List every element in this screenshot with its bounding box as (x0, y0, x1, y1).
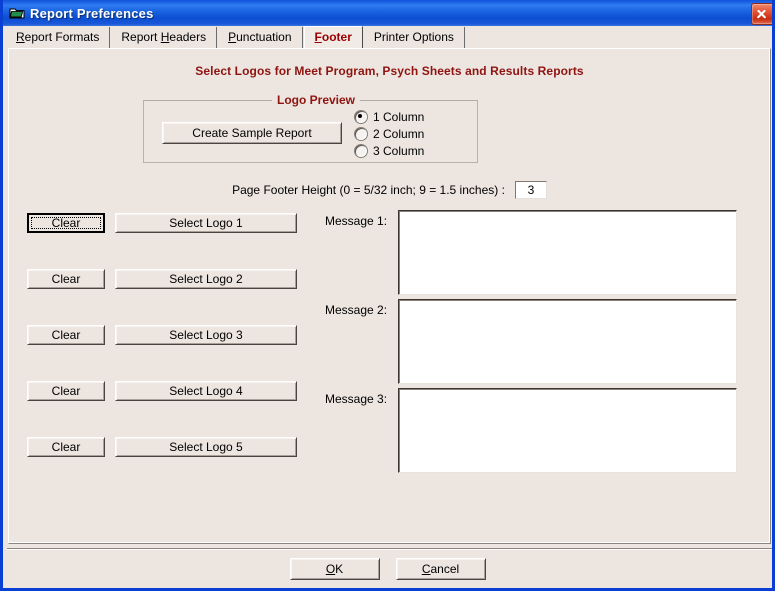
page-footer-height-label: Page Footer Height (0 = 5/32 inch; 9 = 1… (232, 183, 505, 197)
clear-logo-1-button[interactable]: Clear (27, 213, 105, 233)
logo-preview-legend: Logo Preview (272, 93, 361, 107)
tab-bar: Report Formats Report Headers Punctuatio… (6, 26, 772, 48)
message-3-label: Message 3: (325, 392, 388, 406)
tab-page-footer: Select Logos for Meet Program, Psych She… (8, 48, 771, 544)
bottom-separator (7, 548, 772, 550)
ok-button[interactable]: OK (289, 557, 380, 580)
radio-dot-icon (354, 127, 368, 141)
radio-1-column-label: 1 Column (373, 110, 425, 124)
window-title: Report Preferences (30, 5, 154, 21)
focus-ring (31, 217, 101, 229)
radio-3-column-label: 3 Column (373, 144, 425, 158)
clear-logo-4-button[interactable]: Clear (27, 381, 105, 401)
folder-report-icon (9, 5, 25, 21)
message-1-input[interactable] (398, 210, 737, 295)
select-logo-2-button[interactable]: Select Logo 2 (115, 269, 297, 289)
select-logo-1-button[interactable]: Select Logo 1 (115, 213, 297, 233)
tab-report-headers[interactable]: Report Headers (111, 27, 218, 48)
logo-preview-group: Logo Preview Create Sample Report 1 Colu… (143, 93, 478, 163)
radio-3-column[interactable]: 3 Column (354, 143, 464, 159)
tab-report-formats[interactable]: Report Formats (6, 27, 111, 48)
dialog-button-bar: OK Cancel (3, 552, 772, 585)
tab-printer-options[interactable]: Printer Options (363, 27, 465, 48)
page-footer-height-input[interactable] (514, 181, 547, 199)
radio-dot-icon (354, 110, 368, 124)
select-logo-3-button[interactable]: Select Logo 3 (115, 325, 297, 345)
message-2-input[interactable] (398, 299, 737, 384)
message-1-label: Message 1: (325, 214, 388, 228)
clear-logo-3-button[interactable]: Clear (27, 325, 105, 345)
tab-page-inner: Select Logos for Meet Program, Psych She… (9, 49, 770, 543)
create-sample-report-button[interactable]: Create Sample Report (162, 122, 342, 144)
clear-logo-2-button[interactable]: Clear (27, 269, 105, 289)
message-3-input[interactable] (398, 388, 737, 473)
select-logo-4-button[interactable]: Select Logo 4 (115, 381, 297, 401)
radio-dot-icon (354, 144, 368, 158)
select-logo-5-button[interactable]: Select Logo 5 (115, 437, 297, 457)
message-2-label: Message 2: (325, 303, 388, 317)
page-title: Select Logos for Meet Program, Psych She… (195, 64, 584, 78)
page-footer-height-row: Page Footer Height (0 = 5/32 inch; 9 = 1… (9, 181, 770, 199)
tab-punctuation[interactable]: Punctuation (218, 27, 303, 48)
radio-2-column-label: 2 Column (373, 127, 425, 141)
column-radio-group: 1 Column 2 Column 3 Column (354, 109, 464, 160)
close-icon[interactable] (751, 3, 772, 25)
tab-footer[interactable]: Footer (303, 26, 363, 48)
clear-logo-5-button[interactable]: Clear (27, 437, 105, 457)
radio-1-column[interactable]: 1 Column (354, 109, 464, 125)
cancel-button[interactable]: Cancel (395, 557, 486, 580)
report-preferences-window: Report Preferences Report Formats Report… (0, 0, 775, 591)
title-bar: Report Preferences (3, 0, 772, 26)
radio-2-column[interactable]: 2 Column (354, 126, 464, 142)
